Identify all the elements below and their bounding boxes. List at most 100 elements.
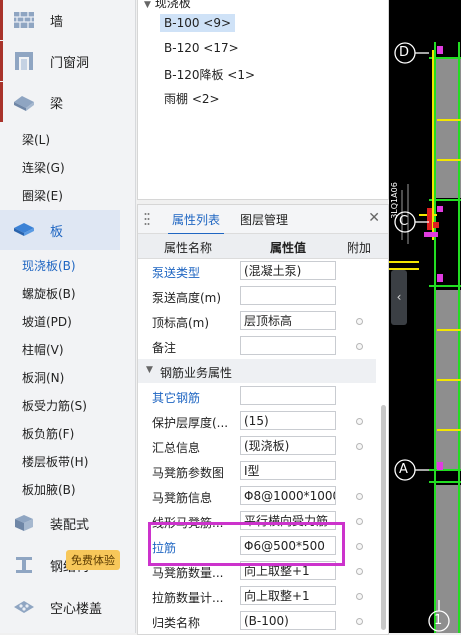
nav-category-label: 墙 (50, 14, 64, 30)
nav-item-ramp[interactable]: 坡道(PD) (22, 313, 72, 330)
axis-label-c: C (399, 214, 409, 229)
attach-checkbox[interactable] (356, 618, 363, 625)
free-trial-badge[interactable]: 免费体验 (66, 550, 120, 570)
col-header-name: 属性名称 (164, 241, 213, 255)
component-nav: 墙 门窗洞 梁 梁(L) 连梁(G) 圈梁(E) 板 现浇板(B) 螺旋板(B)… (0, 0, 136, 633)
attach-checkbox[interactable] (356, 593, 363, 600)
property-value[interactable]: (混凝土泵) (240, 261, 336, 280)
nav-item-cast-slab[interactable]: 现浇板(B) (22, 257, 76, 274)
property-name: 备注 (152, 341, 177, 355)
property-row: 拉筋数量计... 向上取整+1 (138, 585, 376, 608)
property-value[interactable]: (现浇板) (240, 436, 336, 455)
property-value[interactable]: Φ8@1000*1000 (240, 486, 336, 505)
nav-category-wall[interactable]: 墙 (0, 0, 120, 40)
nav-category-label: 装配式 (50, 517, 90, 533)
axis-label-a: A (399, 462, 408, 477)
nav-item-slab-negative-rebar[interactable]: 板负筋(F) (22, 425, 74, 442)
nav-category-label: 门窗洞 (50, 55, 90, 71)
property-value[interactable]: (15) (240, 411, 336, 430)
nav-category-door-window[interactable]: 门窗洞 (0, 41, 120, 81)
slab-icon (14, 223, 34, 236)
property-value[interactable] (240, 286, 336, 305)
axis-label-1: 1 (434, 613, 443, 628)
tree-node[interactable]: B-100 <9> (160, 14, 236, 32)
close-icon[interactable]: ✕ (368, 210, 380, 226)
section-rebar-business[interactable]: ▼ 钢筋业务属性 (138, 359, 376, 383)
nav-item-beam[interactable]: 梁(L) (22, 131, 50, 148)
door-window-icon (15, 52, 33, 70)
property-value[interactable] (240, 336, 336, 355)
attach-checkbox[interactable] (356, 568, 363, 575)
property-row: 保护层厚度(... (15) (138, 410, 376, 433)
tree-node[interactable]: 雨棚 <2> (160, 88, 224, 109)
collapse-arrow-icon[interactable]: ▼ (144, 0, 151, 10)
nav-item-spiral-slab[interactable]: 螺旋板(B) (22, 285, 76, 302)
property-panel: 属性列表 图层管理 ✕ 属性名称 属性值 附加 泵送类型 (混凝土泵) 泵送高度… (137, 204, 389, 635)
property-name: 马凳筋参数图 (152, 466, 225, 480)
drag-grip-icon[interactable] (144, 212, 150, 226)
prefab-icon (15, 515, 33, 531)
tree-root-label: 现浇板 (154, 0, 191, 10)
nav-item-ring-beam[interactable]: 圈梁(E) (22, 187, 63, 204)
attach-checkbox[interactable] (356, 418, 363, 425)
property-row: 泵送类型 (混凝土泵) (138, 260, 376, 283)
nav-item-column-cap[interactable]: 柱帽(V) (22, 341, 64, 358)
attach-checkbox[interactable] (356, 443, 363, 450)
property-value[interactable]: 向上取整+1 (240, 586, 336, 605)
property-name: 泵送高度(m) (152, 291, 222, 305)
property-name: 保护层厚度(... (152, 416, 229, 430)
property-value[interactable]: 层顶标高 (240, 311, 336, 330)
property-value[interactable]: (B-100) (240, 611, 336, 630)
dimension-text: 3LQ1A06 (389, 182, 399, 219)
panel-tabs: 属性列表 图层管理 ✕ (138, 205, 388, 235)
highlight-annotation (148, 522, 345, 566)
property-row: 泵送高度(m) (138, 285, 376, 308)
nav-category-beam[interactable]: 梁 (0, 82, 120, 122)
steel-beam-icon (16, 557, 32, 573)
hollow-floor-icon (14, 601, 34, 613)
axis-label-d: D (399, 45, 410, 60)
attach-checkbox[interactable] (356, 318, 363, 325)
tree-root[interactable]: ▼ 现浇板 (144, 0, 191, 11)
col-header-add: 附加 (347, 241, 372, 255)
attach-checkbox[interactable] (356, 518, 363, 525)
property-name: 马凳筋数量... (152, 566, 224, 580)
property-name: 归类名称 (152, 616, 201, 630)
beam-icon (14, 96, 34, 111)
nav-item-slab-main-rebar[interactable]: 板受力筋(S) (22, 397, 87, 414)
property-name[interactable]: 其它钢筋 (152, 389, 240, 406)
property-name: 马凳筋信息 (152, 491, 213, 505)
attach-checkbox[interactable] (356, 543, 363, 550)
property-row: 备注 (138, 335, 376, 358)
nav-category-prefab[interactable]: 装配式 (0, 503, 120, 543)
nav-item-floor-slab-band[interactable]: 楼层板带(H) (22, 453, 88, 470)
collapse-arrow-icon[interactable]: ▼ (146, 365, 153, 375)
property-name: 顶标高(m) (152, 316, 210, 330)
tab-property-list[interactable]: 属性列表 (167, 211, 225, 235)
tree-node[interactable]: B-120 <17> (160, 39, 243, 57)
property-name: 拉筋数量计... (152, 591, 224, 605)
property-table-header: 属性名称 属性值 附加 (138, 234, 388, 259)
nav-item-coupling-beam[interactable]: 连梁(G) (22, 159, 65, 176)
property-value[interactable] (240, 386, 336, 405)
property-row: 其它钢筋 (138, 385, 376, 408)
nav-category-slab[interactable]: 板 (0, 210, 120, 250)
nav-item-slab-haunch[interactable]: 板加腋(B) (22, 481, 76, 498)
property-row: 顶标高(m) 层顶标高 (138, 310, 376, 333)
property-row: 马凳筋参数图 Ⅰ型 (138, 460, 376, 483)
attach-checkbox[interactable] (356, 343, 363, 350)
col-header-value: 属性值 (270, 241, 307, 255)
property-scrollbar[interactable] (381, 405, 386, 630)
nav-category-hollow-floor[interactable]: 空心楼盖 (0, 587, 120, 627)
nav-item-slab-hole[interactable]: 板洞(N) (22, 369, 64, 386)
property-value[interactable]: Ⅰ型 (240, 461, 336, 480)
attach-checkbox[interactable] (356, 493, 363, 500)
tab-layer-management[interactable]: 图层管理 (240, 211, 288, 228)
tree-node[interactable]: B-120降板 <1> (160, 64, 259, 85)
panel-collapse-handle[interactable]: ‹ (391, 270, 407, 325)
property-row: 汇总信息 (现浇板) (138, 435, 376, 458)
property-name[interactable]: 泵送类型 (152, 264, 240, 281)
component-tree: ▼ 现浇板 B-100 <9> B-120 <17> B-120降板 <1> 雨… (137, 0, 389, 200)
nav-category-label: 板 (50, 224, 64, 240)
nav-category-label: 空心楼盖 (50, 601, 103, 617)
